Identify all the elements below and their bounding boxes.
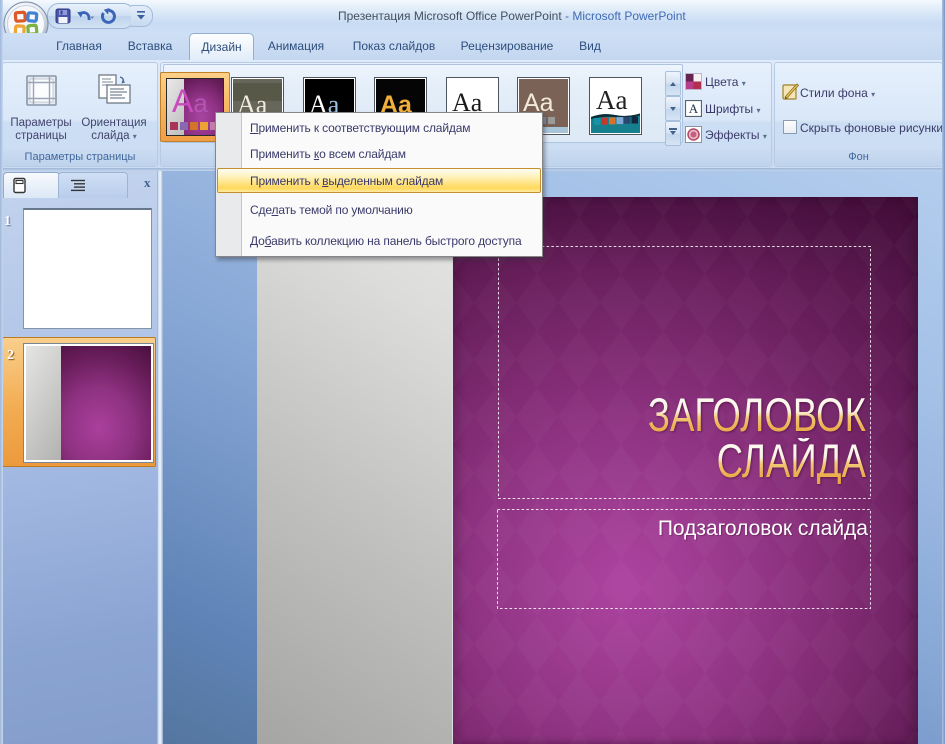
svg-text:A: A (689, 101, 699, 116)
